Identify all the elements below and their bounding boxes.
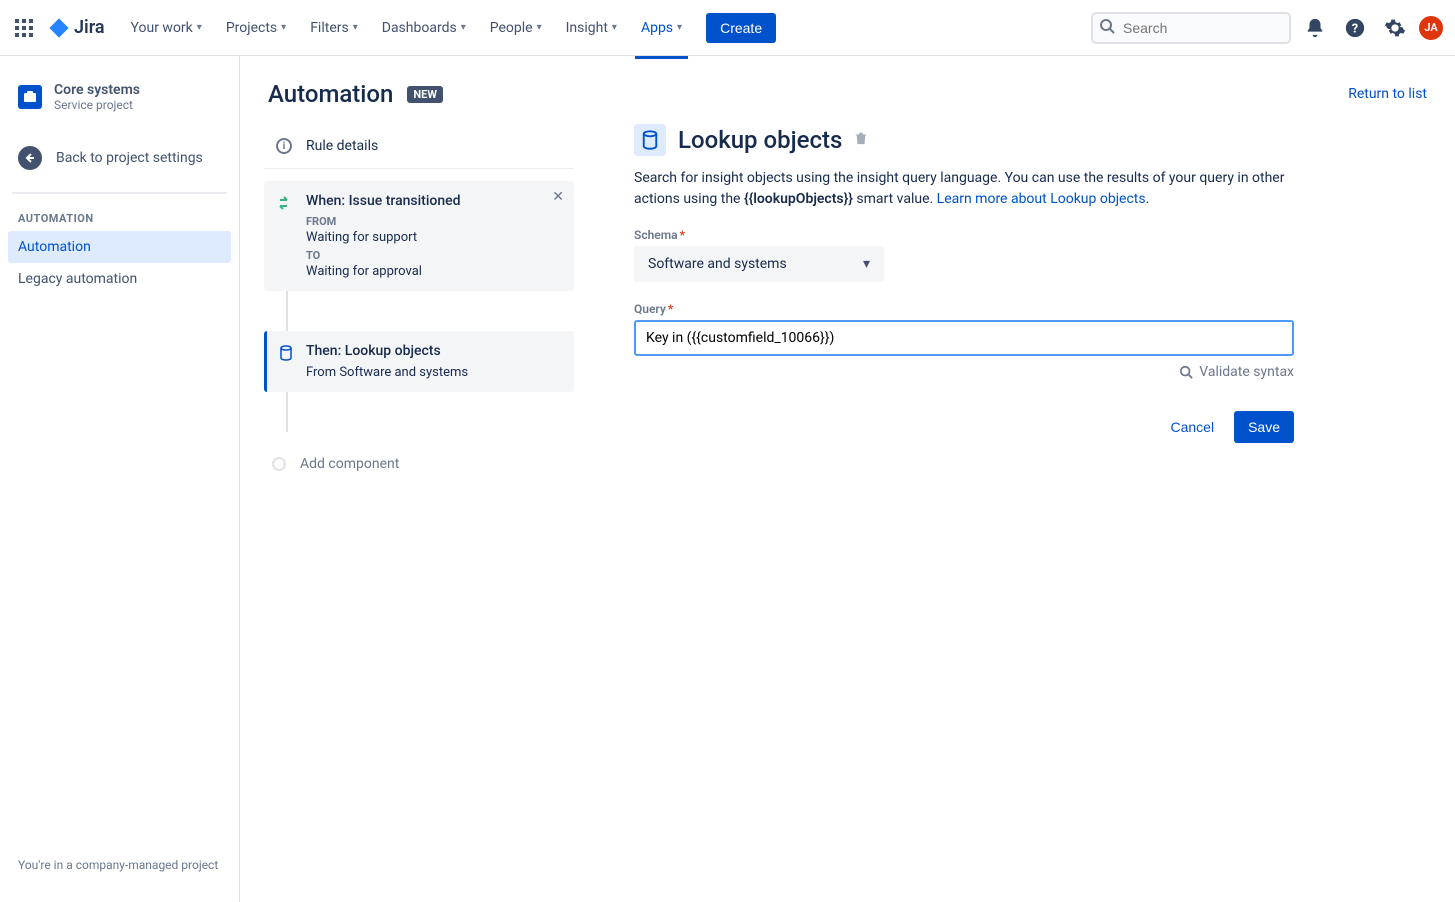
section-label: AUTOMATION <box>8 206 231 231</box>
help-icon[interactable]: ? <box>1339 12 1371 44</box>
sidebar-item-legacy[interactable]: Legacy automation <box>8 263 231 295</box>
nav-apps[interactable]: Apps▾ <box>631 14 692 42</box>
close-icon[interactable]: ✕ <box>552 189 564 205</box>
project-name: Core systems <box>54 82 140 98</box>
jira-logo-text: Jira <box>74 17 105 38</box>
new-badge: NEW <box>407 86 443 103</box>
chevron-down-icon: ▾ <box>537 22 542 33</box>
add-component[interactable]: Add component <box>264 444 574 484</box>
timeline-connector <box>286 392 288 432</box>
back-arrow-icon <box>18 146 42 170</box>
back-to-settings[interactable]: Back to project settings <box>8 136 231 180</box>
trigger-card[interactable]: ✕ When: Issue transitioned FROM Waiting … <box>264 181 574 291</box>
add-circle-icon <box>272 457 286 471</box>
timeline-connector <box>286 291 288 331</box>
detail-panel: Lookup objects Search for insight object… <box>574 124 1314 508</box>
notifications-icon[interactable] <box>1299 12 1331 44</box>
chevron-down-icon: ▾ <box>197 22 202 33</box>
detail-title: Lookup objects <box>678 126 842 154</box>
chevron-down-icon: ▾ <box>863 256 870 272</box>
query-input[interactable] <box>634 320 1294 356</box>
chevron-down-icon: ▾ <box>353 22 358 33</box>
create-button[interactable]: Create <box>706 13 776 43</box>
trash-icon[interactable] <box>854 131 868 149</box>
chevron-down-icon: ▾ <box>677 22 682 33</box>
sidebar: Core systems Service project Back to pro… <box>0 56 240 902</box>
project-header[interactable]: Core systems Service project <box>8 76 231 118</box>
schema-select[interactable]: Software and systems ▾ <box>634 246 884 282</box>
app-switcher-icon[interactable] <box>12 16 36 40</box>
trigger-title: When: Issue transitioned <box>306 193 560 209</box>
nav-people[interactable]: People▾ <box>480 14 552 42</box>
nav-your-work[interactable]: Your work▾ <box>121 14 212 42</box>
project-footer: You're in a company-managed project <box>8 848 231 882</box>
sidebar-item-automation[interactable]: Automation <box>8 231 231 263</box>
transition-icon <box>278 195 294 211</box>
search-box <box>1091 12 1291 44</box>
chevron-down-icon: ▾ <box>612 22 617 33</box>
main: Automation NEW Return to list i Rule det… <box>240 56 1455 902</box>
detail-description: Search for insight objects using the ins… <box>634 168 1294 210</box>
query-label: Query* <box>634 302 1294 316</box>
validate-syntax[interactable]: Validate syntax <box>1179 364 1294 380</box>
settings-icon[interactable] <box>1379 12 1411 44</box>
save-button[interactable]: Save <box>1234 411 1294 443</box>
project-type: Service project <box>54 98 140 112</box>
avatar[interactable]: JA <box>1419 16 1443 40</box>
svg-text:?: ? <box>1352 21 1358 36</box>
rule-panel: i Rule details ✕ When: Issue transitione… <box>264 124 574 508</box>
cancel-button[interactable]: Cancel <box>1158 411 1226 443</box>
action-title: Then: Lookup objects <box>306 343 560 359</box>
nav-filters[interactable]: Filters▾ <box>300 14 368 42</box>
page-title: Automation <box>268 80 393 108</box>
jira-logo[interactable]: Jira <box>48 17 105 39</box>
topbar: Jira Your work▾ Projects▾ Filters▾ Dashb… <box>0 0 1455 56</box>
chevron-down-icon: ▾ <box>461 22 466 33</box>
schema-label: Schema* <box>634 228 1294 242</box>
database-icon <box>278 345 294 361</box>
nav-dashboards[interactable]: Dashboards▾ <box>372 14 476 42</box>
project-icon <box>18 85 42 109</box>
search-input[interactable] <box>1091 12 1291 44</box>
divider <box>12 192 227 194</box>
return-to-list[interactable]: Return to list <box>1348 86 1427 102</box>
nav-projects[interactable]: Projects▾ <box>216 14 296 42</box>
chevron-down-icon: ▾ <box>281 22 286 33</box>
detail-icon <box>634 124 666 156</box>
nav-insight[interactable]: Insight▾ <box>556 14 627 42</box>
info-icon: i <box>276 138 292 154</box>
action-card[interactable]: Then: Lookup objects From Software and s… <box>264 331 574 392</box>
rule-details[interactable]: i Rule details <box>264 124 574 169</box>
learn-more-link[interactable]: Learn more about Lookup objects <box>937 191 1146 207</box>
search-icon <box>1099 18 1115 38</box>
